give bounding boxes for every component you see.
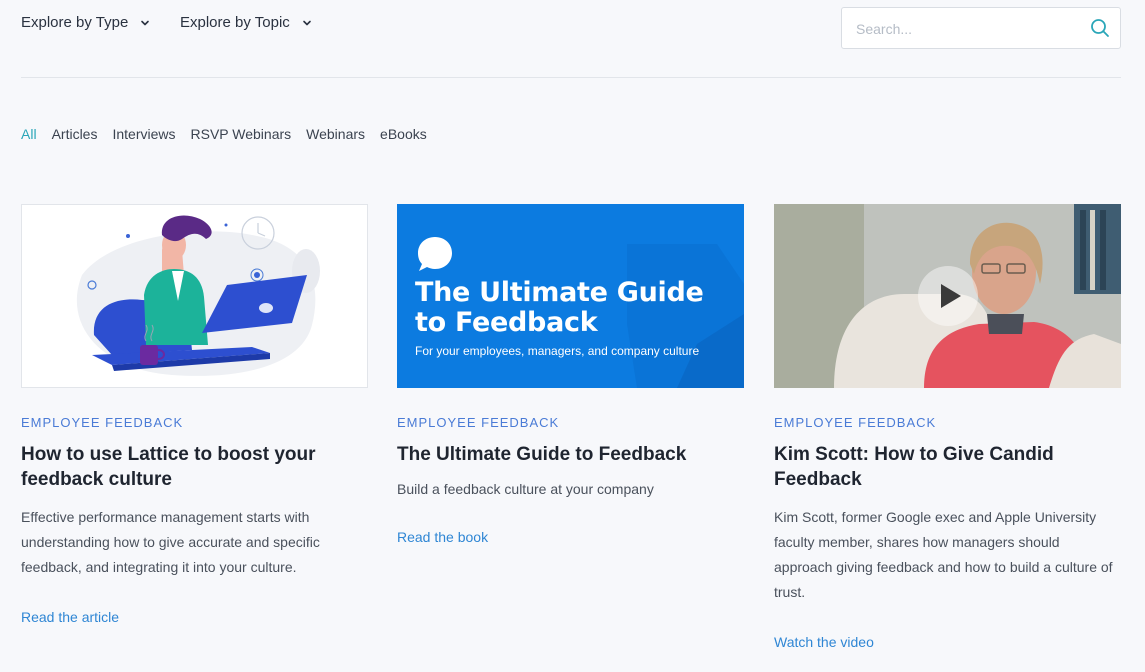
card-description: Kim Scott, former Google exec and Apple … [774,509,1113,600]
chat-bubble-icon [418,237,452,271]
filter-tab-interviews[interactable]: Interviews [112,126,175,142]
watch-video-link[interactable]: Watch the video [774,634,874,650]
play-button-icon[interactable] [917,265,979,327]
read-article-link[interactable]: Read the article [21,609,119,625]
card-description: Build a feedback culture at your company [397,481,654,497]
resource-page: Explore by Type Explore by Topic All Art… [0,0,1145,672]
explore-by-topic-dropdown[interactable]: Explore by Topic [180,14,314,31]
card-title[interactable]: The Ultimate Guide to Feedback [397,442,744,467]
search-box [841,7,1121,50]
filter-tab-rsvp-webinars[interactable]: RSVP Webinars [191,126,292,142]
explore-by-type-dropdown[interactable]: Explore by Type [21,14,152,31]
card-category-tag[interactable]: EMPLOYEE FEEDBACK [397,415,744,430]
ebook-headline: The Ultimate Guide to Feedback [415,277,704,338]
read-book-link[interactable]: Read the book [397,529,488,545]
chevron-down-icon [141,20,150,25]
top-nav: Explore by Type Explore by Topic [21,0,1121,78]
filter-tab-articles[interactable]: Articles [52,126,98,142]
person-laptop-illustration [76,215,320,376]
card-thumbnail-ebook[interactable]: The Ultimate Guide to Feedback For your … [397,204,744,388]
card-thumbnail-illustration[interactable] [21,204,368,388]
search-icon[interactable] [1090,18,1110,38]
chevron-down-icon [302,20,311,25]
card-thumbnail-video[interactable] [774,204,1121,388]
filter-tab-all[interactable]: All [21,126,37,142]
content-type-filters: All Articles Interviews RSVP Webinars We… [21,126,427,142]
filter-tab-ebooks[interactable]: eBooks [380,126,427,142]
search-input[interactable] [854,8,1078,50]
resource-card: EMPLOYEE FEEDBACK How to use Lattice to … [21,204,368,627]
explore-by-type-label: Explore by Type [21,14,129,31]
resource-card: The Ultimate Guide to Feedback For your … [397,204,744,547]
ebook-subline: For your employees, managers, and compan… [415,344,700,358]
card-category-tag[interactable]: EMPLOYEE FEEDBACK [21,415,368,430]
card-title[interactable]: Kim Scott: How to Give Candid Feedback [774,442,1121,492]
filter-tab-webinars[interactable]: Webinars [306,126,365,142]
explore-by-topic-label: Explore by Topic [180,14,290,31]
card-category-tag[interactable]: EMPLOYEE FEEDBACK [774,415,1121,430]
card-description: Effective performance management starts … [21,509,320,575]
card-title[interactable]: How to use Lattice to boost your feedbac… [21,442,368,492]
resource-card: EMPLOYEE FEEDBACK Kim Scott: How to Give… [774,204,1121,652]
